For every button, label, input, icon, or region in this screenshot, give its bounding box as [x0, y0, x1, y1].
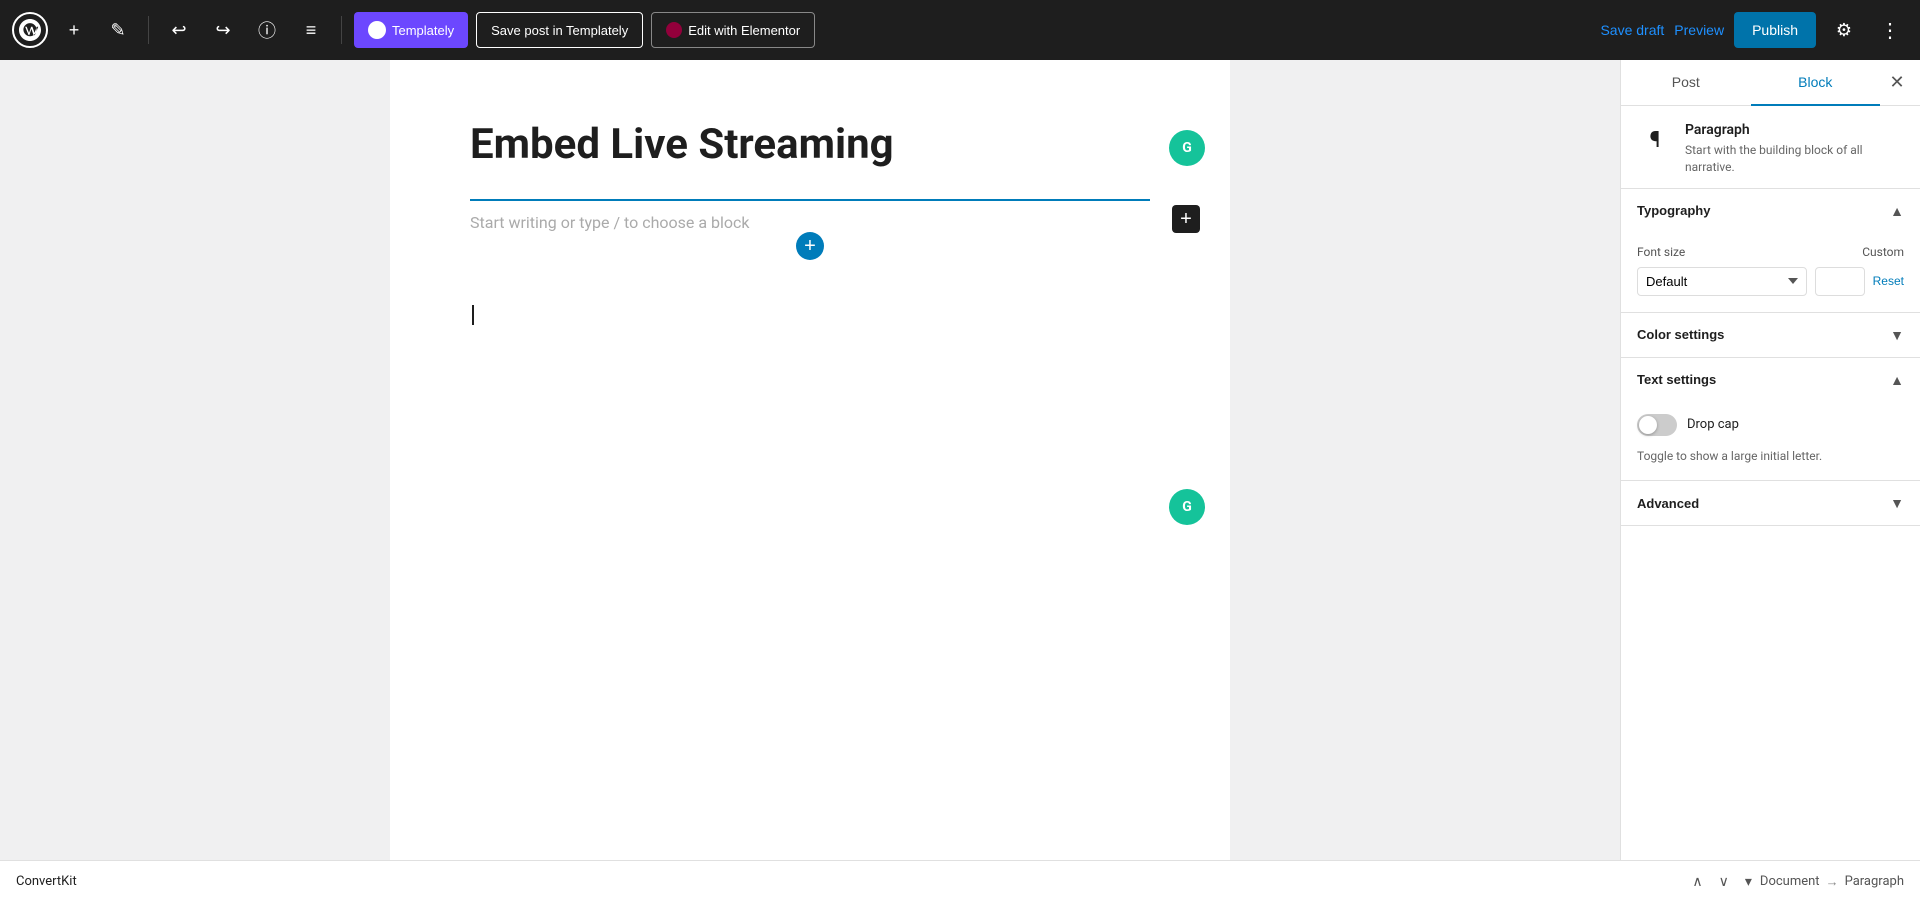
drop-cap-toggle[interactable] — [1637, 414, 1677, 436]
custom-label: Custom — [1862, 245, 1904, 259]
divider — [148, 16, 149, 44]
color-settings-section: Color settings ▼ — [1621, 313, 1920, 358]
typography-title: Typography — [1637, 203, 1710, 218]
list-view-button[interactable]: ≡ — [293, 12, 329, 48]
text-settings-content: Drop cap Toggle to show a large initial … — [1621, 402, 1920, 481]
color-settings-chevron: ▼ — [1890, 327, 1904, 343]
font-size-custom-input[interactable] — [1815, 267, 1865, 296]
grammarly-icon: G — [1182, 140, 1192, 156]
font-size-select[interactable]: DefaultSmallNormalMediumLargeX-Large — [1637, 267, 1807, 296]
advanced-header[interactable]: Advanced ▼ — [1621, 481, 1920, 525]
breadcrumb-paragraph[interactable]: Paragraph — [1845, 874, 1904, 889]
tab-post[interactable]: Post — [1621, 60, 1751, 106]
typography-header[interactable]: Typography ▲ — [1621, 189, 1920, 233]
redo-button[interactable]: ↪ — [205, 12, 241, 48]
add-block-right-button[interactable]: + — [1172, 205, 1200, 233]
breadcrumb-arrow: → — [1826, 874, 1839, 890]
templately-button[interactable]: Templately — [354, 12, 468, 48]
advanced-section: Advanced ▼ — [1621, 481, 1920, 526]
divider2 — [341, 16, 342, 44]
drop-cap-hint: Toggle to show a large initial letter. — [1637, 448, 1904, 465]
publish-button[interactable]: Publish — [1734, 12, 1816, 48]
advanced-chevron: ▼ — [1890, 495, 1904, 511]
save-draft-button[interactable]: Save draft — [1600, 22, 1664, 38]
grammarly-badge-1[interactable]: G — [1169, 130, 1205, 166]
text-settings-section: Text settings ▲ Drop cap Toggle to show … — [1621, 358, 1920, 482]
elementor-button[interactable]: Edit with Elementor — [651, 12, 815, 48]
block-area: Start writing or type / to choose a bloc… — [470, 199, 1150, 244]
convertkit-section: ConvertKit ∧ ∨ ▾ — [16, 869, 1760, 894]
wp-logo[interactable] — [12, 12, 48, 48]
text-settings-header[interactable]: Text settings ▲ — [1621, 358, 1920, 402]
breadcrumb-document[interactable]: Document — [1760, 874, 1820, 889]
drop-cap-label: Drop cap — [1687, 417, 1904, 432]
templately-label: Templately — [392, 23, 454, 38]
breadcrumb: Document → Paragraph — [1760, 874, 1904, 890]
font-size-row: Font size Custom — [1637, 245, 1904, 259]
main-layout: Embed Live Streaming G Start writing or … — [0, 60, 1920, 860]
font-size-controls: DefaultSmallNormalMediumLargeX-Large Res… — [1637, 267, 1904, 296]
color-settings-title: Color settings — [1637, 327, 1724, 342]
tools-button[interactable]: ✎ — [100, 12, 136, 48]
typography-content: Font size Custom DefaultSmallNormalMediu… — [1621, 233, 1920, 312]
undo-button[interactable]: ↩ — [161, 12, 197, 48]
save-templately-button[interactable]: Save post in Templately — [476, 12, 643, 48]
bottom-bar: ConvertKit ∧ ∨ ▾ Document → Paragraph — [0, 860, 1920, 902]
convertkit-collapse-button[interactable]: ∧ — [1684, 869, 1710, 894]
grammarly-badge-2[interactable]: G — [1169, 489, 1205, 525]
grammarly-icon-2: G — [1182, 499, 1192, 515]
convertkit-dropdown-button[interactable]: ▾ — [1737, 869, 1760, 894]
typography-section: Typography ▲ Font size Custom DefaultSma… — [1621, 189, 1920, 313]
add-block-center-button[interactable]: + — [796, 232, 824, 260]
reset-font-size-button[interactable]: Reset — [1873, 274, 1904, 288]
color-settings-header[interactable]: Color settings ▼ — [1621, 313, 1920, 357]
templately-icon — [368, 21, 386, 39]
text-settings-title: Text settings — [1637, 372, 1716, 387]
elementor-icon — [666, 22, 682, 38]
add-block-button[interactable]: + — [56, 12, 92, 48]
drop-cap-row: Drop cap — [1637, 406, 1904, 444]
typography-chevron-up: ▲ — [1890, 203, 1904, 219]
info-button[interactable]: ⓘ — [249, 12, 285, 48]
advanced-title: Advanced — [1637, 496, 1699, 511]
block-name: Paragraph — [1685, 122, 1904, 138]
settings-button[interactable]: ⚙ — [1826, 12, 1862, 48]
paragraph-icon: ¶ — [1637, 122, 1673, 158]
text-cursor — [472, 305, 474, 325]
convertkit-label: ConvertKit — [16, 874, 1684, 889]
editor-area: Embed Live Streaming G Start writing or … — [0, 60, 1620, 860]
block-info-text: Paragraph Start with the building block … — [1685, 122, 1904, 176]
toolbar: + ✎ ↩ ↪ ⓘ ≡ Templately Save post in Temp… — [0, 0, 1920, 60]
elementor-label: Edit with Elementor — [688, 23, 800, 38]
text-settings-chevron-up: ▲ — [1890, 372, 1904, 388]
editor-content: Embed Live Streaming G Start writing or … — [390, 60, 1230, 860]
block-description: Start with the building block of all nar… — [1685, 142, 1904, 176]
post-title[interactable]: Embed Live Streaming — [470, 120, 1150, 169]
convertkit-expand-button[interactable]: ∨ — [1711, 869, 1737, 894]
block-info: ¶ Paragraph Start with the building bloc… — [1621, 106, 1920, 189]
preview-button[interactable]: Preview — [1674, 22, 1724, 38]
more-options-button[interactable]: ⋮ — [1872, 12, 1908, 48]
font-size-label: Font size — [1637, 245, 1854, 259]
toolbar-right: Save draft Preview Publish ⚙ ⋮ — [1600, 12, 1908, 48]
right-sidebar: Post Block ✕ ¶ Paragraph Start with the … — [1620, 60, 1920, 860]
tab-block[interactable]: Block — [1751, 60, 1881, 106]
sidebar-tabs: Post Block ✕ — [1621, 60, 1920, 106]
close-sidebar-button[interactable]: ✕ — [1882, 68, 1912, 98]
